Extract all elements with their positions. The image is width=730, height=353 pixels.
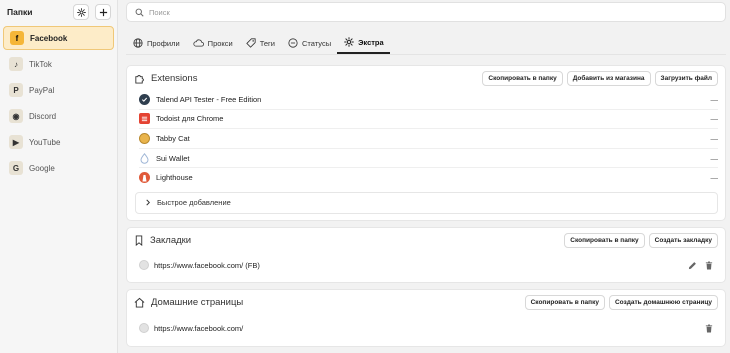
copy-to-folder-button[interactable]: Скопировать в папку xyxy=(524,294,605,310)
bookmarks-header: Закладки Скопировать в папку Создать зак… xyxy=(127,228,725,252)
sidebar-title: Папки xyxy=(7,7,33,17)
edit-button[interactable] xyxy=(688,261,697,270)
create-bookmark-button[interactable]: Создать закладку xyxy=(648,232,718,248)
sidebar: Папки f Facebook ♪ TikTok P PayPal ◉ Dis… xyxy=(0,0,118,353)
delete-button[interactable] xyxy=(705,323,713,333)
sidebar-item-facebook[interactable]: f Facebook xyxy=(3,26,114,50)
quick-add-toggle[interactable]: Быстрое добавление xyxy=(135,191,718,214)
extension-row[interactable]: Lighthouse — xyxy=(127,168,725,187)
extensions-header: Extensions Скопировать в папку Добавить … xyxy=(127,66,725,90)
sidebar-item-label: Facebook xyxy=(30,33,68,43)
todoist-icon xyxy=(139,113,150,125)
copy-to-folder-button[interactable]: Скопировать в папку xyxy=(482,70,563,86)
extension-name: Talend API Tester - Free Edition xyxy=(156,94,262,104)
sidebar-item-discord[interactable]: ◉ Discord xyxy=(3,104,114,128)
discord-icon: ◉ xyxy=(9,109,23,123)
extensions-card: Extensions Скопировать в папку Добавить … xyxy=(126,65,726,221)
home-icon xyxy=(134,297,145,308)
talend-icon xyxy=(139,93,150,105)
tab-label: Статусы xyxy=(301,38,332,48)
tab-tags[interactable]: Теги xyxy=(239,32,281,54)
extension-row[interactable]: Todoist для Chrome — xyxy=(127,110,725,129)
chevron-right-icon xyxy=(146,200,150,206)
delete-button[interactable] xyxy=(705,260,713,270)
extension-row[interactable]: Talend API Tester - Free Edition — xyxy=(127,90,725,109)
facebook-icon: f xyxy=(10,31,24,45)
gear-icon xyxy=(76,7,86,17)
extension-name: Sui Wallet xyxy=(156,153,190,163)
homepage-url: https://www.facebook.com/ xyxy=(154,323,244,333)
sidebar-item-tiktok[interactable]: ♪ TikTok xyxy=(3,52,114,76)
extension-row[interactable]: Tabby Cat — xyxy=(127,129,725,148)
sidebar-item-youtube[interactable]: ▶ YouTube xyxy=(3,130,114,154)
sidebar-header: Папки xyxy=(0,0,117,24)
sidebar-item-google[interactable]: G Google xyxy=(3,156,114,180)
tab-label: Экстра xyxy=(358,37,384,47)
plus-icon xyxy=(99,8,107,16)
create-homepage-button[interactable]: Создать домашнюю страницу xyxy=(608,294,718,310)
folder-settings-button[interactable] xyxy=(73,4,89,20)
extension-value: — xyxy=(710,94,719,104)
bookmarks-title: Закладки xyxy=(150,234,192,246)
globe-icon xyxy=(133,38,143,48)
puzzle-icon xyxy=(135,74,144,84)
sidebar-item-label: YouTube xyxy=(29,137,61,147)
search-bar[interactable]: Поиск xyxy=(126,2,726,22)
status-icon xyxy=(288,38,298,48)
tabby-cat-icon xyxy=(139,132,150,144)
bookmark-row[interactable]: https://www.facebook.com/ (FB) xyxy=(127,256,725,274)
paypal-icon: P xyxy=(9,83,23,97)
sidebar-item-paypal[interactable]: P PayPal xyxy=(3,78,114,102)
trash-icon xyxy=(705,260,713,270)
upload-file-button[interactable]: Загрузить файл xyxy=(654,70,718,86)
bookmark-icon xyxy=(135,234,143,246)
sidebar-item-label: Google xyxy=(29,163,55,173)
sidebar-item-label: Discord xyxy=(29,111,57,121)
extension-name: Lighthouse xyxy=(156,173,193,183)
add-from-store-button[interactable]: Добавить из магазина xyxy=(566,70,651,86)
add-folder-button[interactable] xyxy=(95,4,111,20)
extension-value: — xyxy=(710,173,719,183)
youtube-icon: ▶ xyxy=(9,135,23,149)
extension-value: — xyxy=(710,114,719,124)
tabs-divider xyxy=(126,54,726,55)
extension-name: Tabby Cat xyxy=(156,133,190,143)
tab-label: Теги xyxy=(259,38,275,48)
google-icon: G xyxy=(9,161,23,175)
lighthouse-icon xyxy=(139,172,150,184)
extensions-title: Extensions xyxy=(151,72,198,84)
tab-label: Профили xyxy=(147,38,180,48)
trash-icon xyxy=(705,323,713,333)
cloud-icon xyxy=(193,39,204,47)
favicon-icon xyxy=(139,323,149,333)
quick-add-label: Быстрое добавление xyxy=(157,198,231,208)
search-icon xyxy=(135,8,144,17)
tab-bar: Профили Прокси Теги Статусы Экстра xyxy=(126,32,390,54)
extension-name: Todoist для Chrome xyxy=(156,114,224,124)
homepages-title: Домашние страницы xyxy=(151,296,244,308)
sidebar-item-label: PayPal xyxy=(29,85,55,95)
bookmarks-card: Закладки Скопировать в папку Создать зак… xyxy=(126,227,726,283)
search-input[interactable]: Поиск xyxy=(149,8,170,17)
tab-proxies[interactable]: Прокси xyxy=(186,32,239,54)
sidebar-item-label: TikTok xyxy=(29,59,52,69)
copy-to-folder-button[interactable]: Скопировать в папку xyxy=(564,232,645,248)
tiktok-icon: ♪ xyxy=(9,57,23,71)
extension-value: — xyxy=(710,153,719,163)
extension-row[interactable]: Sui Wallet — xyxy=(127,149,725,168)
gear-icon xyxy=(344,37,354,47)
favicon-icon xyxy=(139,260,149,270)
homepages-card: Домашние страницы Скопировать в папку Со… xyxy=(126,289,726,347)
homepage-row[interactable]: https://www.facebook.com/ xyxy=(127,319,725,337)
tab-extra[interactable]: Экстра xyxy=(337,32,390,54)
tag-icon xyxy=(245,38,256,48)
extension-value: — xyxy=(710,133,719,143)
homepages-header: Домашние страницы Скопировать в папку Со… xyxy=(127,290,725,314)
bookmark-url: https://www.facebook.com/ (FB) xyxy=(154,260,260,270)
tab-profiles[interactable]: Профили xyxy=(126,32,186,54)
pencil-icon xyxy=(688,261,696,269)
tab-label: Прокси xyxy=(207,38,233,48)
sui-wallet-icon xyxy=(139,152,150,164)
tab-statuses[interactable]: Статусы xyxy=(281,32,337,54)
